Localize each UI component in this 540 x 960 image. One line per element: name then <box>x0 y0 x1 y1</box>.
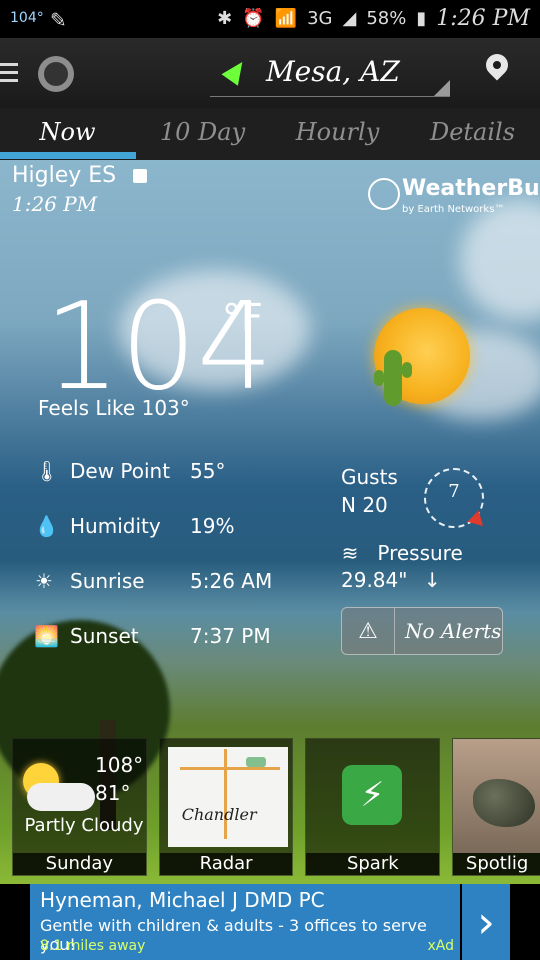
dropdown-caret-icon <box>434 80 450 96</box>
cactus-icon <box>374 350 412 406</box>
forecast-condition: Partly Cloudy <box>24 815 144 836</box>
weatherbug-logo-icon[interactable] <box>38 56 74 92</box>
gusts-value: N 20 <box>341 493 388 517</box>
rss-icon[interactable] <box>133 169 148 183</box>
wind-compass-icon: 7 <box>424 468 489 532</box>
active-tab-indicator <box>0 152 136 159</box>
map-road <box>223 749 227 839</box>
radar-title: Radar <box>159 853 293 875</box>
forecast-high: 108° <box>95 753 144 777</box>
weatherbug-mark-icon <box>368 178 400 210</box>
forecast-card[interactable]: 108° 81° Partly Cloudy Sunday <box>12 738 147 876</box>
spotlight-title: Spotlig <box>453 853 540 875</box>
map-label: Chandler <box>181 805 257 824</box>
pencil-icon: ✎ <box>50 8 67 32</box>
pressure-value-row: 29.84" ↓ <box>341 568 441 592</box>
wifi-icon: 📶 <box>274 8 298 29</box>
status-temp: 104° <box>10 10 44 26</box>
weatherbug-brand: WeatherBug by Earth Networks™ <box>368 176 540 220</box>
sunrise-value: 5:26 AM <box>190 569 273 593</box>
sunrise-label: Sunrise <box>70 569 145 593</box>
location-name: Mesa, AZ <box>266 55 400 88</box>
weatherbug-name: WeatherBug <box>402 176 540 201</box>
weatherbug-subtitle: by Earth Networks™ <box>402 204 505 215</box>
dew-point-row: 🌡 Dew Point 55° <box>34 459 225 483</box>
ad-banner[interactable]: Hyneman, Michael J DMD PC Gentle with ch… <box>0 884 540 960</box>
signal-icon: ◢ <box>342 8 357 29</box>
app-bar: Mesa, AZ <box>0 38 540 108</box>
station-time: 1:26 PM <box>12 192 98 216</box>
sunset-row: 🌅 Sunset 7:37 PM <box>34 624 271 648</box>
humidity-label: Humidity <box>70 514 161 538</box>
battery-icon: ▮ <box>416 8 427 29</box>
pressure-value: 29.84" <box>341 568 408 592</box>
lightning-icon: ⚡ <box>342 765 403 825</box>
station-label: Higley ES <box>12 163 117 188</box>
tab-details[interactable]: Details <box>405 108 540 160</box>
temperature-unit: °F <box>222 296 263 340</box>
chevron-right-icon[interactable]: › <box>462 884 510 960</box>
compass-value: 7 <box>448 481 460 502</box>
thermometer-icon: 🌡 <box>34 459 60 483</box>
spark-title: Spark <box>306 853 440 875</box>
location-pin-icon[interactable] <box>481 49 513 81</box>
pressure-label: Pressure <box>377 541 463 565</box>
sunrise-row: ☀ Sunrise 5:26 AM <box>34 569 272 593</box>
pressure-down-arrow-icon: ↓ <box>423 568 441 592</box>
ad-title: Hyneman, Michael J DMD PC <box>40 888 325 912</box>
location-selector[interactable]: Mesa, AZ <box>210 50 450 97</box>
spotlight-card[interactable]: Spotlig <box>452 738 540 876</box>
tab-10-day[interactable]: 10 Day <box>135 108 270 160</box>
status-time: 1:26 PM <box>436 6 530 31</box>
tab-hourly[interactable]: Hourly <box>270 108 405 160</box>
radar-card[interactable]: Chandler Radar <box>158 738 294 876</box>
humidity-row: 💧 Humidity 19% <box>34 514 234 538</box>
dew-point-value: 55° <box>190 459 226 483</box>
sunset-icon: 🌅 <box>34 624 59 648</box>
ad-distance: 8.1 miles away <box>40 938 146 954</box>
weather-panel: Higley ES 1:26 PM WeatherBug by Earth Ne… <box>0 160 540 888</box>
drop-icon: 💧 <box>34 514 59 538</box>
radar-map <box>167 747 288 847</box>
sunset-label: Sunset <box>70 624 139 648</box>
ad-content[interactable]: Hyneman, Michael J DMD PC Gentle with ch… <box>30 884 460 960</box>
cloud-icon <box>27 783 95 811</box>
forecast-day: Sunday <box>13 853 146 875</box>
feels-like-label: Feels Like <box>38 396 136 420</box>
network-label: 3G <box>307 8 333 29</box>
forecast-low: 81° <box>95 781 131 805</box>
compass-needle-icon <box>467 510 489 532</box>
humidity-value: 19% <box>190 514 235 538</box>
bluetooth-icon: ✱ <box>217 8 233 29</box>
location-arrow-icon <box>221 56 251 86</box>
map-radar-blob <box>245 757 266 767</box>
battery-percent: 58% <box>366 8 407 29</box>
status-bar: 104° ✎ ✱ ⏰ 📶 3G ◢ 58% ▮ 1:26 PM <box>0 0 540 38</box>
sunrise-icon: ☀ <box>35 569 53 593</box>
feels-like: Feels Like 103° <box>38 396 190 420</box>
pressure-row: ≋ Pressure <box>341 541 463 565</box>
alerts-text: No Alerts <box>405 619 502 643</box>
ad-tag: xAd <box>427 938 454 954</box>
feature-cards: 108° 81° Partly Cloudy Sunday Chandler R… <box>12 738 540 876</box>
dew-point-label: Dew Point <box>70 459 171 483</box>
pressure-icon: ≋ <box>341 541 359 565</box>
status-right: ✱ ⏰ 📶 3G ◢ 58% ▮ 1:26 PM <box>217 6 530 31</box>
sunset-value: 7:37 PM <box>190 624 271 648</box>
alerts-button[interactable]: ⚠ No Alerts <box>341 607 503 655</box>
gusts-label: Gusts <box>341 465 398 489</box>
station-name: Higley ES <box>12 163 148 188</box>
alarm-icon: ⏰ <box>242 8 265 29</box>
feels-like-value: 103° <box>141 396 190 420</box>
spark-card[interactable]: ⚡ Spark <box>305 738 441 876</box>
menu-icon[interactable] <box>0 58 22 87</box>
warning-icon: ⚠ <box>342 608 395 654</box>
map-road <box>179 767 280 770</box>
